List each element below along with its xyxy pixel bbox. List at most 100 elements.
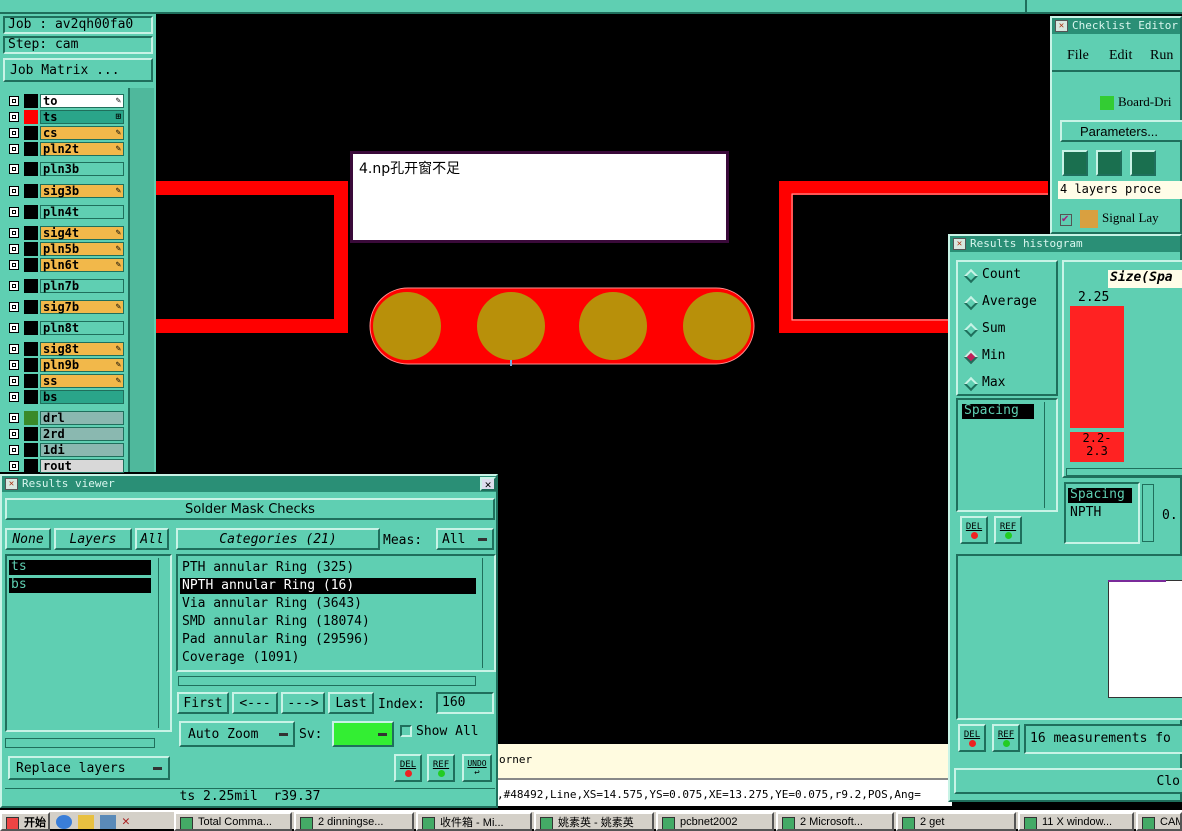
all-layers-button[interactable]: All [135, 528, 169, 550]
layer-row[interactable]: pln8t [6, 321, 124, 335]
list-item[interactable]: Coverage (1091) [180, 650, 476, 666]
horizontal-scrollbar[interactable] [1066, 468, 1182, 476]
menu-file[interactable]: File [1067, 48, 1089, 64]
vertical-scrollbar[interactable] [158, 558, 170, 728]
layer-row[interactable]: sig4t ✎ [6, 226, 124, 240]
layer-row[interactable]: pln9b ✎ [6, 358, 124, 372]
vertical-scrollbar[interactable] [482, 558, 494, 668]
layer-color-swatch[interactable] [24, 142, 38, 156]
list-item[interactable]: SMD annular Ring (18074) [180, 614, 476, 630]
list-item[interactable]: NPTH [1068, 506, 1132, 521]
layer-row[interactable]: pln2t ✎ [6, 142, 124, 156]
undo-button[interactable]: UNDO ↩ [462, 754, 492, 782]
layer-name[interactable]: pln3b [40, 162, 124, 176]
layer-name[interactable]: pln8t [40, 321, 124, 335]
del-button[interactable]: DEL [958, 724, 986, 752]
layer-checkbox[interactable] [9, 429, 19, 439]
start-button[interactable]: 开始 [0, 812, 50, 831]
layer-color-swatch[interactable] [24, 443, 38, 457]
sv-color-select[interactable] [332, 721, 394, 747]
ref-button[interactable]: REF [992, 724, 1020, 752]
layer-checkbox[interactable] [9, 164, 19, 174]
layer-checkbox[interactable] [9, 344, 19, 354]
menu-run[interactable]: Run [1150, 48, 1173, 64]
ie-icon[interactable] [56, 815, 72, 829]
layer-checkbox[interactable] [9, 392, 19, 402]
layer-row[interactable]: 2rd [6, 427, 124, 441]
layer-color-swatch[interactable] [24, 427, 38, 441]
layer-checkbox[interactable] [9, 244, 19, 254]
horizontal-scrollbar[interactable] [5, 738, 155, 748]
taskbar-item[interactable]: 姚素英 - 姚素英 [534, 812, 654, 831]
layer-row[interactable]: cs ✎ [6, 126, 124, 140]
layer-checkbox[interactable] [9, 376, 19, 386]
radio-average[interactable] [963, 295, 979, 311]
layer-checkbox[interactable] [9, 360, 19, 370]
list-item[interactable]: Via annular Ring (3643) [180, 596, 476, 612]
layer-checkbox[interactable] [9, 128, 19, 138]
replace-layers-button[interactable]: Replace layers [8, 756, 170, 780]
ref-button[interactable]: REF [427, 754, 455, 782]
layer-row[interactable]: sig3b ✎ [6, 184, 124, 198]
measure-list[interactable]: Spacing [956, 398, 1058, 512]
layer-result-list[interactable]: ts bs [5, 554, 172, 732]
list-item[interactable]: ts [9, 560, 151, 575]
vertical-scrollbar[interactable] [1044, 402, 1056, 508]
taskbar-item[interactable]: 2 Microsoft... [776, 812, 894, 831]
layer-color-swatch[interactable] [24, 342, 38, 356]
job-matrix-button[interactable]: Job Matrix ... [3, 58, 153, 82]
layer-row[interactable]: sig8t ✎ [6, 342, 124, 356]
layer-name[interactable]: sig7b ✎ [40, 300, 124, 314]
list-item[interactable]: bs [9, 578, 151, 593]
run-all-icon[interactable] [1096, 150, 1122, 176]
layer-name[interactable]: drl [40, 411, 124, 425]
board-item[interactable]: Board-Dri [1100, 94, 1171, 111]
layer-checkbox[interactable] [9, 302, 19, 312]
parameters-button[interactable]: Parameters... [1060, 120, 1182, 142]
del-button[interactable]: DEL [394, 754, 422, 782]
next-button[interactable]: ---> [281, 692, 325, 714]
radio-count[interactable] [963, 268, 979, 284]
layer-checkbox[interactable] [9, 96, 19, 106]
taskbar-item[interactable]: Total Comma... [174, 812, 292, 831]
del-button[interactable]: DEL [960, 516, 988, 544]
layer-name[interactable]: to ✎ [40, 94, 124, 108]
ref-button[interactable]: REF [994, 516, 1022, 544]
list-item[interactable]: PTH annular Ring (325) [180, 560, 476, 576]
x-icon[interactable]: ✕ [122, 815, 138, 829]
layer-checkbox[interactable] [9, 323, 19, 333]
layer-name[interactable]: sig4t ✎ [40, 226, 124, 240]
outlook-icon[interactable] [78, 815, 94, 829]
layer-color-swatch[interactable] [24, 321, 38, 335]
layer-row[interactable]: 1di [6, 443, 124, 457]
layer-color-swatch[interactable] [24, 390, 38, 404]
layer-name[interactable]: ts ⊞ [40, 110, 124, 124]
layer-color-swatch[interactable] [24, 459, 38, 473]
bin-label[interactable]: 2.2- 2.3 [1070, 432, 1124, 462]
layer-name[interactable]: 2rd [40, 427, 124, 441]
layer-name[interactable]: bs [40, 390, 124, 404]
first-button[interactable]: First [177, 692, 229, 714]
radio-sum[interactable] [963, 322, 979, 338]
taskbar-item[interactable]: 2 dinningse... [294, 812, 414, 831]
layer-checkbox[interactable] [9, 228, 19, 238]
layer-checkbox[interactable] [9, 461, 19, 471]
layers-button[interactable]: Layers [54, 528, 132, 550]
layer-name[interactable]: rout [40, 459, 124, 473]
layer-checkbox[interactable] [9, 112, 19, 122]
categories-button[interactable]: Categories (21) [176, 528, 380, 550]
histogram-bar[interactable] [1070, 306, 1124, 428]
layer-name[interactable]: sig3b ✎ [40, 184, 124, 198]
close-button[interactable]: ✕ [480, 477, 496, 491]
close-button[interactable]: Clo [954, 768, 1182, 794]
layer-color-swatch[interactable] [24, 279, 38, 293]
taskbar-item[interactable]: 2 get [896, 812, 1016, 831]
auto-zoom-button[interactable]: Auto Zoom [179, 721, 295, 747]
layer-color-swatch[interactable] [24, 162, 38, 176]
layer-color-swatch[interactable] [24, 374, 38, 388]
run-stop-icon[interactable] [1130, 150, 1156, 176]
layer-color-swatch[interactable] [24, 258, 38, 272]
layer-name[interactable]: pln4t [40, 205, 124, 219]
layer-checkbox[interactable] [9, 281, 19, 291]
prev-button[interactable]: <--- [232, 692, 278, 714]
